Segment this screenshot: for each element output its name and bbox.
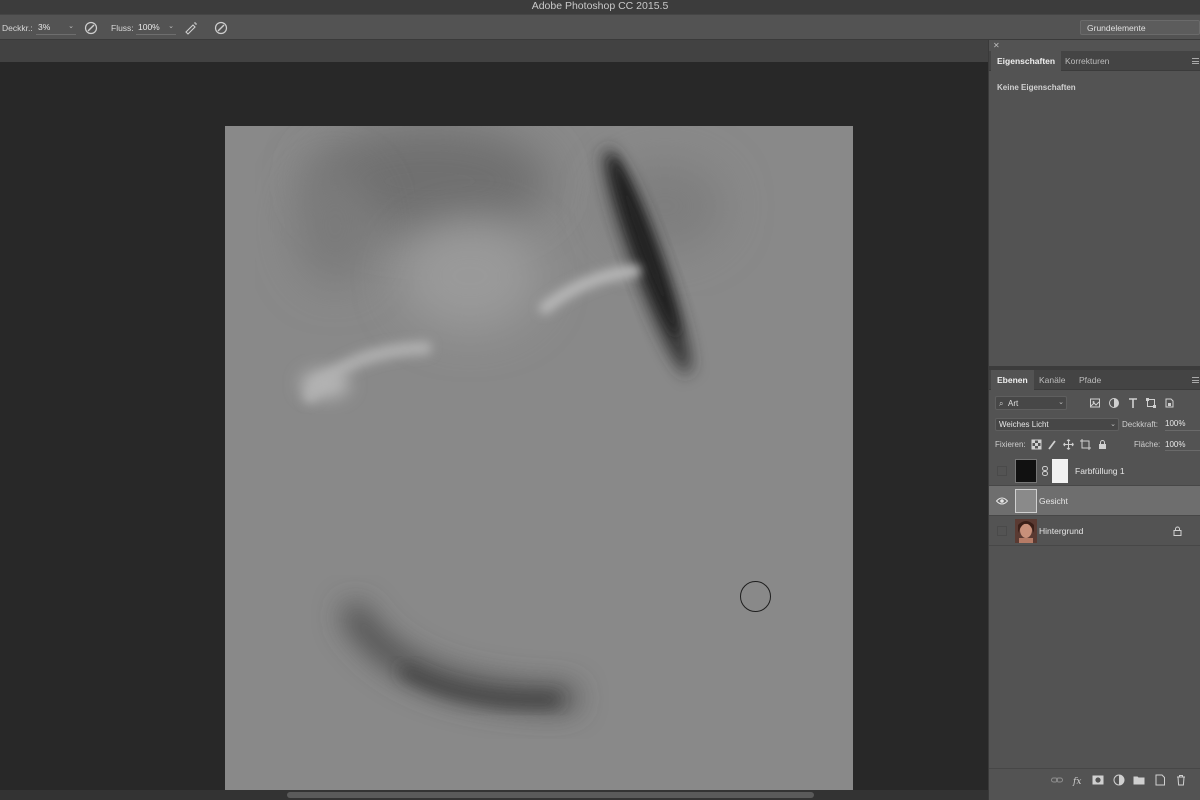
blend-mode-select[interactable]: Weiches Licht ⌄ [995, 418, 1119, 431]
properties-empty-text: Keine Eigenschaften [997, 83, 1076, 92]
document-tab-strip [0, 40, 990, 62]
lock-row: Fixieren: Fläche: 100% [995, 439, 1200, 451]
eye-icon[interactable] [996, 496, 1008, 506]
lock-all-icon[interactable] [1097, 439, 1108, 450]
brush-cursor [740, 581, 771, 612]
close-icon[interactable]: ✕ [993, 41, 1000, 50]
fill-field[interactable]: 100% [1165, 439, 1200, 451]
new-layer-icon[interactable] [1154, 774, 1166, 786]
layer-opacity-field[interactable]: 100% [1165, 418, 1200, 431]
lock-icon [1173, 526, 1182, 536]
flow-value: 100% [138, 22, 160, 32]
layer-mask-thumbnail[interactable] [1052, 459, 1068, 483]
properties-panel: Keine Eigenschaften [989, 78, 1200, 366]
adjustment-filter-icon[interactable] [1108, 397, 1120, 409]
canvas-area[interactable] [0, 62, 988, 792]
properties-panel-tabs: Eigenschaften Korrekturen [989, 51, 1200, 71]
opacity-field[interactable]: 3% ⌄ [36, 21, 76, 35]
tab-kanaele[interactable]: Kanäle [1033, 370, 1071, 390]
layer-row-farbfuellung[interactable]: Farbfüllung 1 [989, 456, 1200, 486]
lock-image-icon[interactable] [1047, 439, 1058, 450]
layer-opacity-value: 100% [1165, 419, 1186, 428]
document-canvas[interactable] [225, 126, 853, 792]
horizontal-scrollbar[interactable] [0, 790, 990, 800]
lock-transparent-icon[interactable] [1031, 439, 1042, 450]
right-panel-dock: ✕ Eigenschaften Korrekturen Keine Eigens… [988, 40, 1200, 800]
type-filter-icon[interactable] [1127, 397, 1139, 409]
flow-field[interactable]: 100% ⌄ [136, 21, 176, 35]
trash-icon[interactable] [1175, 774, 1187, 786]
chevron-down-icon: ⌄ [68, 23, 74, 30]
pixel-filter-icon[interactable] [1089, 397, 1101, 409]
smart-object-filter-icon[interactable] [1163, 397, 1175, 409]
layers-footer: fx [989, 768, 1200, 790]
fill-value: 100% [1165, 440, 1186, 449]
adjustment-layer-icon[interactable] [1113, 774, 1125, 786]
shape-filter-icon[interactable] [1145, 397, 1157, 409]
chain-link-icon[interactable] [1041, 466, 1049, 476]
lock-position-icon[interactable] [1063, 439, 1074, 450]
airbrush-icon[interactable] [184, 21, 198, 35]
link-layers-icon[interactable] [1051, 774, 1063, 786]
blend-row: Weiches Licht ⌄ Deckkraft: 100% [995, 418, 1200, 432]
chevron-down-icon: ⌄ [1110, 421, 1116, 428]
pressure-opacity-icon[interactable] [84, 21, 98, 35]
panel-menu-icon[interactable] [1192, 377, 1199, 383]
layer-row-gesicht[interactable]: Gesicht [989, 486, 1200, 516]
layers-panel-tabs: Ebenen Kanäle Pfade [989, 370, 1200, 390]
lock-artboard-icon[interactable] [1080, 439, 1091, 450]
panel-menu-icon[interactable] [1192, 58, 1199, 64]
lock-label: Fixieren: [995, 440, 1026, 449]
layer-filter-value: Art [1008, 399, 1019, 408]
options-bar: Deckkr.: 3% ⌄ Fluss: 100% ⌄ Grundelement… [0, 14, 1200, 40]
layer-filter-select[interactable]: ⌕ Art ⌄ [995, 396, 1067, 410]
app-title: Adobe Photoshop CC 2015.5 [531, 0, 669, 12]
tab-korrekturen[interactable]: Korrekturen [1059, 51, 1115, 71]
layer-thumbnail [1015, 489, 1037, 513]
chevron-down-icon: ⌄ [168, 23, 174, 30]
tab-pfade[interactable]: Pfade [1073, 370, 1107, 390]
workspace-select[interactable]: Grundelemente [1080, 20, 1200, 35]
visibility-toggle[interactable] [997, 526, 1007, 536]
layer-opacity-label: Deckkraft: [1122, 420, 1159, 429]
dodge-burn-layer-image [225, 126, 853, 792]
layer-filter-row: ⌕ Art ⌄ [993, 396, 1197, 412]
portrait-thumbnail [1015, 519, 1037, 543]
layers-panel: ⌕ Art ⌄ Weiches Licht ⌄ Deckkraft: 100% [989, 390, 1200, 800]
scrollbar-thumb[interactable] [287, 792, 814, 798]
opacity-label: Deckkr.: [2, 23, 33, 33]
blend-mode-value: Weiches Licht [999, 420, 1049, 429]
add-mask-icon[interactable] [1092, 774, 1104, 786]
layer-name: Hintergrund [1039, 526, 1084, 536]
fill-color-thumbnail [1015, 459, 1037, 483]
folder-icon[interactable] [1133, 774, 1145, 786]
search-icon: ⌕ [999, 399, 1004, 408]
tab-ebenen[interactable]: Ebenen [991, 370, 1034, 390]
opacity-value: 3% [38, 22, 51, 32]
layer-row-hintergrund[interactable]: Hintergrund [989, 516, 1200, 546]
svg-text:fx: fx [1072, 777, 1081, 786]
tab-eigenschaften[interactable]: Eigenschaften [991, 51, 1062, 71]
pressure-size-icon[interactable] [214, 21, 228, 35]
title-bar: Adobe Photoshop CC 2015.5 [0, 0, 1200, 14]
visibility-toggle[interactable] [997, 466, 1007, 476]
layer-name: Gesicht [1039, 496, 1068, 506]
flow-label: Fluss: [111, 23, 134, 33]
workspace-value: Grundelemente [1087, 23, 1146, 33]
chevron-down-icon: ⌄ [1058, 399, 1064, 406]
layer-name: Farbfüllung 1 [1075, 466, 1125, 476]
fx-icon[interactable]: fx [1072, 774, 1084, 786]
fill-label: Fläche: [1134, 440, 1161, 449]
